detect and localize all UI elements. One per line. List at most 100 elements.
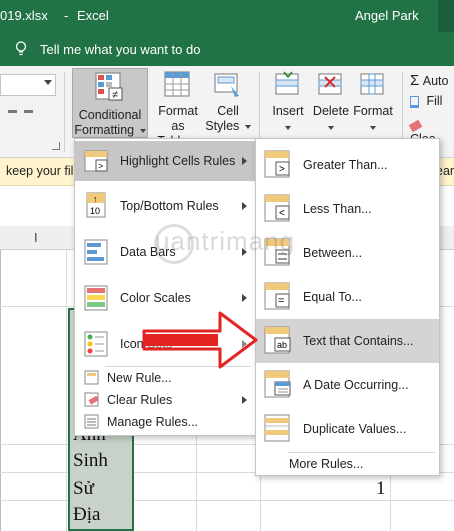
duplicate-values-icon — [264, 414, 290, 442]
format-button[interactable]: Format — [351, 70, 395, 134]
submenu-item-label: Equal To... — [303, 290, 362, 304]
menu-item-top-bottom-rules[interactable]: ↑ 10 Top/Bottom Rules — [75, 185, 255, 227]
format-icon — [360, 73, 384, 95]
submenu-item-greater-than[interactable]: > Greater Than... — [256, 143, 439, 187]
conditional-formatting-icon: ≠ — [95, 72, 123, 101]
svg-text:≠: ≠ — [112, 89, 118, 101]
format-as-table-icon — [164, 71, 190, 97]
text-contains-icon: ab — [264, 326, 291, 354]
fill-label: Fill — [426, 94, 443, 108]
menu-item-label: Top/Bottom Rules — [120, 199, 219, 213]
icon-sets-icon — [84, 331, 108, 357]
insert-label: Insert — [272, 104, 304, 118]
menu-item-clear-rules[interactable]: Clear Rules — [75, 389, 255, 411]
fill-icon — [410, 95, 419, 108]
svg-text:>: > — [279, 164, 285, 175]
chevron-down-icon — [244, 124, 251, 129]
submenu-item-label: More Rules... — [289, 457, 364, 471]
column-header-i[interactable]: I — [34, 230, 38, 245]
cell-value[interactable]: 1 — [376, 478, 386, 500]
svg-text:=: = — [278, 295, 284, 307]
menu-item-manage-rules[interactable]: Manage Rules... — [75, 411, 255, 433]
dropdown-arrow-icon[interactable] — [44, 80, 52, 85]
title-bar: 019.xlsx - Excel Angel Park — [0, 0, 454, 32]
less-than-icon: < — [264, 194, 290, 222]
red-arrow-icon — [142, 311, 258, 369]
conditional-formatting-button[interactable]: ≠ Conditional Formatting — [72, 68, 148, 138]
submenu-arrow-icon — [242, 202, 247, 210]
svg-text:↑: ↑ — [93, 194, 98, 204]
submenu-item-date-occurring[interactable]: A Date Occurring... — [256, 363, 439, 407]
watermark-text: uantrimang — [155, 226, 296, 256]
submenu-item-label: Less Than... — [303, 202, 372, 216]
tell-me-bar[interactable]: Tell me what you want to do — [0, 32, 454, 66]
cell-styles-button[interactable]: Cell Styles — [204, 70, 252, 134]
date-occurring-icon — [264, 370, 291, 398]
highlight-cells-submenu: > Greater Than... < Less Than... Between… — [255, 138, 440, 476]
font-size-box[interactable] — [0, 74, 56, 96]
menu-item-label: Color Scales — [120, 291, 191, 305]
submenu-item-text-that-contains[interactable]: ab Text that Contains... — [256, 319, 439, 363]
autosum-button[interactable]: Σ Auto — [410, 72, 448, 89]
fill-button[interactable]: Fill — [410, 94, 442, 108]
submenu-item-equal-to[interactable]: = Equal To... — [256, 275, 439, 319]
highlight-cells-icon: > — [84, 150, 108, 172]
format-label: Format — [353, 104, 393, 118]
data-bars-icon — [84, 239, 108, 265]
submenu-item-label: Between... — [303, 246, 363, 260]
file-name: 019.xlsx — [0, 8, 48, 23]
chevron-down-icon — [328, 126, 334, 130]
menu-item-label: Highlight Cells Rules — [120, 154, 236, 168]
equal-to-icon: = — [264, 282, 290, 310]
lightbulb-icon — [15, 41, 27, 56]
align-icon[interactable] — [8, 110, 17, 113]
submenu-item-less-than[interactable]: < Less Than... — [256, 187, 439, 231]
manage-rules-icon — [84, 414, 99, 429]
chevron-down-icon — [285, 126, 291, 130]
align-icon[interactable] — [24, 110, 33, 113]
submenu-item-label: A Date Occurring... — [303, 378, 409, 392]
submenu-item-label: Duplicate Values... — [303, 422, 407, 436]
new-rule-icon — [84, 370, 99, 385]
cell-sinh[interactable]: Sinh — [73, 450, 108, 472]
menu-item-highlight-cells-rules[interactable]: > Highlight Cells Rules — [75, 141, 255, 181]
svg-text:ab: ab — [277, 340, 287, 350]
dialog-launcher-icon[interactable] — [52, 142, 60, 150]
insert-icon — [275, 71, 299, 95]
conditional-formatting-menu: > Highlight Cells Rules ↑ 10 Top/Bottom … — [74, 138, 256, 436]
delete-button[interactable]: Delete — [309, 70, 353, 134]
submenu-arrow-icon — [242, 396, 247, 404]
submenu-item-label: Greater Than... — [303, 158, 388, 172]
top-bottom-icon: ↑ 10 — [86, 192, 106, 218]
svg-text:<: < — [279, 208, 285, 219]
fat-label-1: Format as — [158, 104, 198, 133]
cf-label-2: Formatting — [74, 123, 135, 137]
menu-item-label: New Rule... — [107, 371, 172, 385]
delete-label: Delete — [312, 104, 350, 118]
svg-text:10: 10 — [90, 206, 100, 216]
cs-label-2: Styles — [205, 119, 240, 133]
app-name: Excel — [77, 8, 109, 23]
autosum-label: Auto — [422, 74, 449, 88]
clear-rules-icon — [84, 392, 99, 407]
cell-su[interactable]: Sử — [73, 478, 94, 500]
title-separator: - — [64, 8, 69, 23]
color-scales-icon — [84, 285, 108, 311]
user-name[interactable]: Angel Park — [355, 8, 419, 23]
insert-button[interactable]: Insert — [266, 70, 310, 134]
menu-item-label: Clear Rules — [107, 393, 173, 407]
notification-text: keep your file — [6, 164, 81, 178]
tell-me-input[interactable]: Tell me what you want to do — [40, 42, 200, 57]
submenu-arrow-icon — [242, 294, 247, 302]
greater-than-icon: > — [264, 150, 290, 178]
menu-item-label: Manage Rules... — [107, 415, 199, 429]
eraser-icon — [408, 119, 423, 132]
cf-label-1: Conditional — [78, 108, 142, 122]
autosum-icon: Σ — [410, 72, 420, 89]
submenu-arrow-icon — [242, 157, 247, 165]
chevron-down-icon — [370, 126, 376, 130]
window-control[interactable] — [438, 0, 454, 32]
submenu-item-more-rules[interactable]: More Rules... — [256, 453, 439, 475]
submenu-item-duplicate-values[interactable]: Duplicate Values... — [256, 407, 439, 451]
cell-dia[interactable]: Địa — [73, 504, 100, 526]
